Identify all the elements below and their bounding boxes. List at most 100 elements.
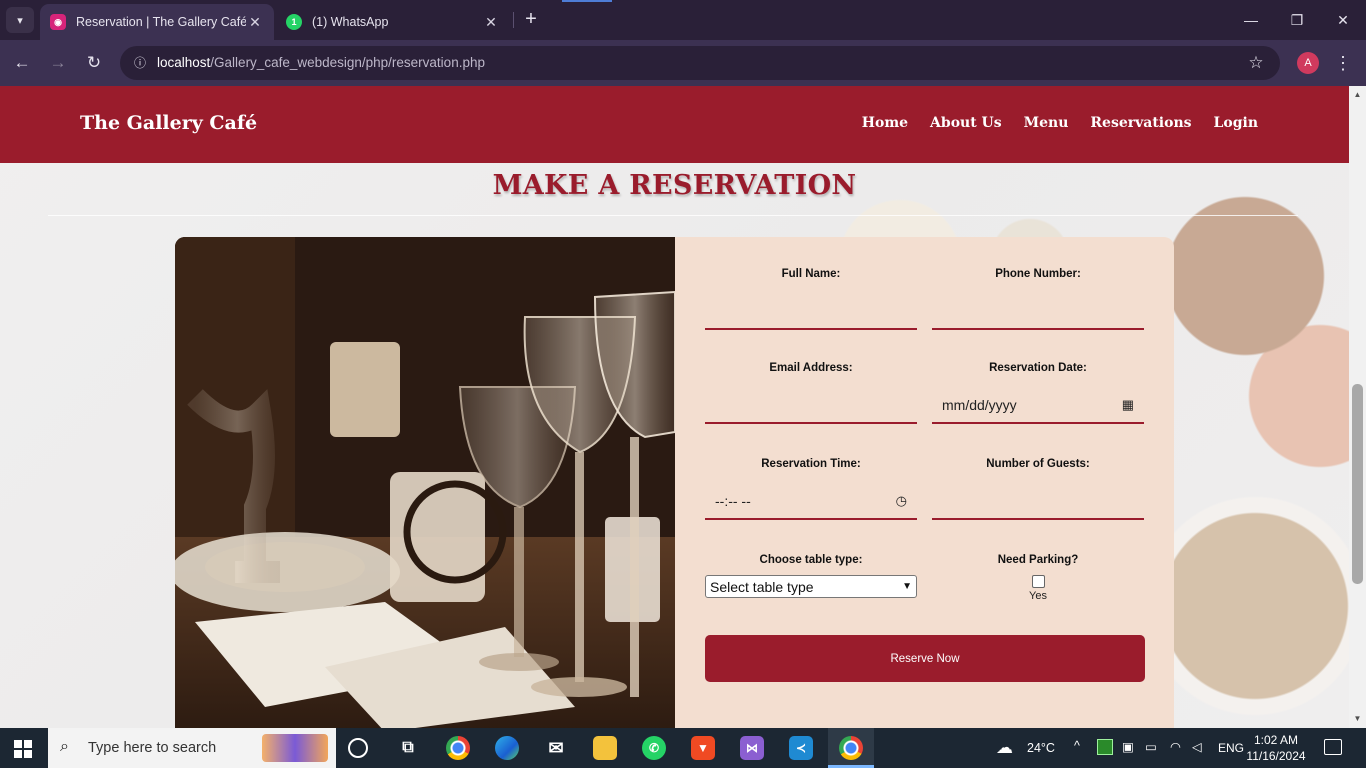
close-tab-icon[interactable]: ✕ — [246, 14, 264, 31]
close-tab-icon[interactable]: ✕ — [482, 14, 500, 31]
time-label: Reservation Time: — [761, 458, 861, 470]
parking-checkbox[interactable] — [1032, 575, 1045, 588]
vscode-icon[interactable]: ≺ — [789, 736, 813, 760]
whatsapp-taskbar-icon[interactable]: ✆ — [642, 736, 666, 760]
tab-separator — [513, 12, 514, 28]
scroll-up-arrow-icon[interactable]: ▲ — [1349, 88, 1366, 102]
new-tab-button[interactable]: + — [520, 8, 542, 32]
title-divider — [48, 215, 1298, 216]
parking-yes-label: Yes — [1029, 590, 1047, 602]
site-brand[interactable]: The Gallery Café — [80, 112, 257, 134]
url-path: /Gallery_cafe_webdesign/php/reservation.… — [210, 55, 485, 70]
tab-search-button[interactable]: ▾ — [6, 7, 34, 33]
mail-icon[interactable]: ✉ — [544, 736, 568, 760]
scroll-thumb[interactable] — [1352, 384, 1363, 584]
date-value: mm/dd/yyyy — [942, 397, 1017, 413]
windows-start-icon[interactable] — [14, 740, 32, 758]
restore-icon[interactable]: ❐ — [1274, 8, 1320, 32]
table-type-select[interactable]: Select table type ▼ — [705, 575, 917, 598]
restaurant-table-photo — [175, 237, 675, 728]
reload-icon[interactable]: ↻ — [82, 51, 106, 75]
address-bar[interactable]: ⓘ localhost/Gallery_cafe_webdesign/php/r… — [120, 46, 1280, 80]
time-input[interactable]: --:-- -- ◷ — [705, 484, 917, 520]
gallery-cafe-favicon-icon: ◉ — [50, 14, 66, 30]
whatsapp-badge: 1 — [291, 17, 297, 27]
site-info-icon[interactable]: ⓘ — [128, 51, 152, 75]
tray-overflow-icon[interactable]: ^ — [1074, 739, 1080, 753]
search-placeholder: Type here to search — [88, 740, 217, 756]
weather-icon[interactable]: ☁ — [996, 738, 1013, 758]
scroll-down-arrow-icon[interactable]: ▼ — [1349, 712, 1366, 726]
table-type-selected: Select table type — [710, 578, 814, 595]
search-icon: ⌕ — [60, 738, 69, 755]
clock-icon[interactable]: ◷ — [896, 493, 907, 509]
tab-strip: ▾ ◉ Reservation | The Gallery Café ✕ 1 (… — [0, 0, 1366, 40]
phone-label: Phone Number: — [995, 268, 1081, 280]
back-arrow-icon[interactable]: ← — [10, 51, 34, 75]
whatsapp-icon: 1 — [286, 14, 302, 30]
clock-date: 11/16/2024 — [1246, 749, 1306, 763]
app-tray-icon[interactable] — [1097, 739, 1113, 755]
tab-group-indicator — [562, 0, 612, 2]
url-host: localhost — [157, 55, 211, 70]
page-viewport: The Gallery Café Home About Us Menu Rese… — [0, 86, 1349, 728]
table-type-label: Choose table type: — [759, 554, 863, 566]
full-name-input[interactable] — [705, 294, 917, 330]
notification-icon[interactable] — [1324, 739, 1342, 755]
page-scrollbar[interactable]: ▲ ▼ — [1349, 86, 1366, 728]
nav-login[interactable]: Login — [1214, 115, 1258, 131]
main-nav: Home About Us Menu Reservations Login — [862, 115, 1258, 131]
page-title: MAKE A RESERVATION — [492, 170, 857, 201]
search-highlight-image — [262, 734, 328, 762]
taskbar: ⌕ Type here to search ⧉ ✉ ✆ ▼ ⋈ ≺ ☁ 24°C… — [0, 728, 1366, 768]
visual-studio-icon[interactable]: ⋈ — [740, 736, 764, 760]
browser-menu-icon[interactable]: ⋮ — [1333, 51, 1353, 75]
profile-avatar[interactable]: A — [1297, 52, 1319, 74]
language-indicator[interactable]: ENG — [1218, 741, 1244, 755]
parking-label: Need Parking? — [997, 554, 1079, 566]
battery-icon[interactable]: ▭ — [1145, 739, 1157, 754]
chevron-down-icon: ▾ — [17, 14, 23, 27]
brave-icon[interactable]: ▼ — [691, 736, 715, 760]
time-value: --:-- -- — [715, 493, 751, 509]
tab-whatsapp[interactable]: 1 (1) WhatsApp ✕ — [276, 4, 510, 40]
nav-menu[interactable]: Menu — [1024, 115, 1069, 131]
guests-input[interactable] — [932, 484, 1144, 520]
url-text[interactable]: localhost/Gallery_cafe_webdesign/php/res… — [157, 55, 485, 70]
phone-input[interactable] — [932, 294, 1144, 330]
edge-icon[interactable] — [495, 736, 519, 760]
meet-now-icon[interactable]: ▣ — [1122, 739, 1134, 754]
forward-arrow-icon[interactable]: → — [46, 51, 70, 75]
nav-about-us[interactable]: About Us — [930, 115, 1002, 131]
nav-reservations[interactable]: Reservations — [1090, 115, 1191, 131]
nav-home[interactable]: Home — [862, 115, 908, 131]
cortana-icon[interactable] — [348, 738, 368, 758]
calendar-icon[interactable]: ▦ — [1122, 397, 1134, 413]
chrome-icon[interactable] — [446, 736, 470, 760]
volume-icon[interactable]: ◁ — [1192, 739, 1202, 754]
wifi-icon[interactable]: ◠ — [1170, 739, 1181, 754]
chevron-down-icon: ▼ — [902, 581, 912, 592]
reservation-form: Full Name: Phone Number: Email Address: … — [675, 237, 1174, 728]
bookmark-star-icon[interactable]: ☆ — [1244, 51, 1268, 75]
temperature[interactable]: 24°C — [1027, 741, 1055, 755]
tab-reservation[interactable]: ◉ Reservation | The Gallery Café ✕ — [40, 4, 274, 40]
table-setting-illustration — [175, 237, 675, 728]
guests-label: Number of Guests: — [986, 458, 1090, 470]
email-input[interactable] — [705, 388, 917, 424]
minimize-icon[interactable]: — — [1228, 8, 1274, 32]
browser-toolbar: ← → ↻ ⓘ localhost/Gallery_cafe_webdesign… — [0, 40, 1366, 86]
clock-time: 1:02 AM — [1253, 733, 1299, 747]
tab-title: Reservation | The Gallery Café — [76, 15, 246, 29]
task-view-icon[interactable]: ⧉ — [396, 736, 420, 760]
taskbar-search[interactable]: ⌕ Type here to search — [48, 728, 336, 768]
close-window-icon[interactable]: ✕ — [1320, 8, 1366, 32]
reserve-now-button[interactable]: Reserve Now — [705, 635, 1145, 682]
file-explorer-icon[interactable] — [593, 736, 617, 760]
chrome-profile-icon[interactable] — [839, 736, 863, 760]
system-clock[interactable]: 1:02 AM 11/16/2024 — [1246, 732, 1306, 764]
site-header: The Gallery Café Home About Us Menu Rese… — [0, 86, 1349, 163]
tab-title: (1) WhatsApp — [312, 15, 389, 29]
email-label: Email Address: — [769, 362, 853, 374]
date-input[interactable]: mm/dd/yyyy ▦ — [932, 388, 1144, 424]
